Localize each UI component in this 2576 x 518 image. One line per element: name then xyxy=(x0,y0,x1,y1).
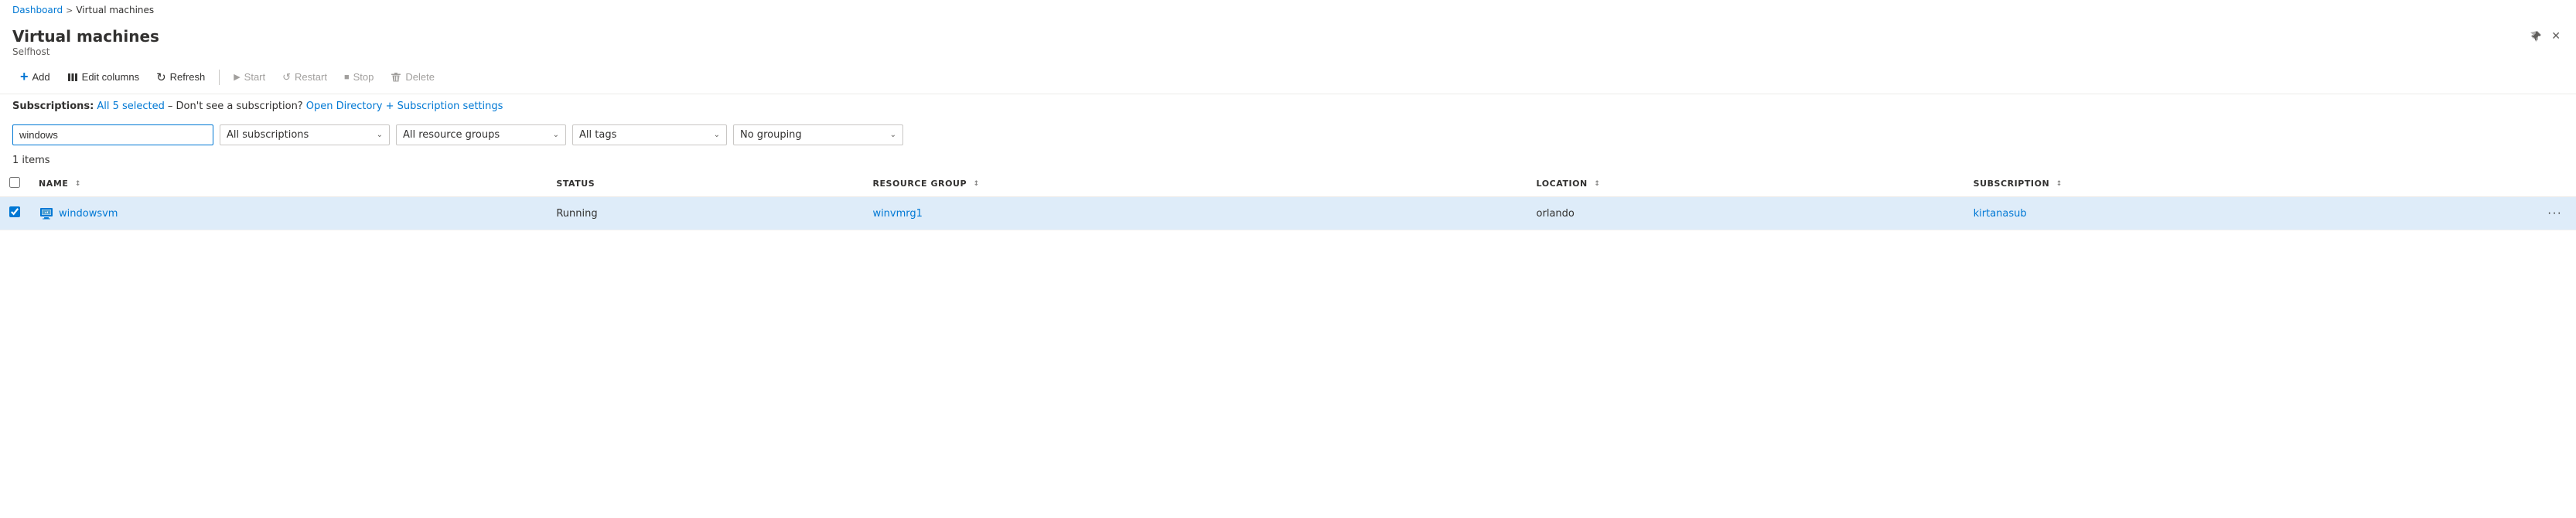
th-name[interactable]: NAME ↕ xyxy=(29,171,547,197)
vm-subscription-link[interactable]: kirtanasub xyxy=(1974,208,2027,220)
header-actions: ✕ xyxy=(2527,26,2564,46)
all-selected-link[interactable]: All 5 selected xyxy=(97,101,165,112)
delete-label: Delete xyxy=(405,71,435,83)
row-resource-group-cell: winvmrg1 xyxy=(863,197,1527,230)
vm-name-link[interactable]: windowsvm xyxy=(59,208,118,220)
th-subscription-sort-icon: ↕ xyxy=(2056,181,2063,188)
refresh-label: Refresh xyxy=(170,71,206,83)
filters-row: All subscriptions ⌄ All resource groups … xyxy=(0,118,2576,152)
row-status-cell: Running xyxy=(547,197,863,230)
refresh-icon: ↻ xyxy=(156,70,166,84)
search-input[interactable] xyxy=(12,124,213,145)
stop-button[interactable]: ■ Stop xyxy=(336,67,381,87)
grouping-dropdown[interactable]: No grouping ⌄ xyxy=(733,124,903,145)
th-rg-sort-icon: ↕ xyxy=(973,181,979,188)
th-resource-group[interactable]: RESOURCE GROUP ↕ xyxy=(863,171,1527,197)
breadcrumb-current: Virtual machines xyxy=(76,5,154,15)
th-status[interactable]: STATUS xyxy=(547,171,863,197)
add-icon: + xyxy=(20,69,29,85)
grouping-chevron-icon: ⌄ xyxy=(890,131,896,139)
page-title-group: Virtual machines Selfhost xyxy=(12,26,159,57)
th-name-sort-icon: ↕ xyxy=(75,181,81,188)
restart-button[interactable]: ↺ Restart xyxy=(275,67,335,87)
table-container: NAME ↕ STATUS RESOURCE GROUP ↕ LOCATION … xyxy=(0,171,2576,518)
breadcrumb: Dashboard > Virtual machines xyxy=(0,0,2576,20)
vm-name-group: windowsvm xyxy=(39,206,537,221)
breadcrumb-separator: > xyxy=(66,5,73,15)
subscriptions-dropdown[interactable]: All subscriptions ⌄ xyxy=(220,124,390,145)
th-actions xyxy=(2533,171,2576,197)
stop-icon: ■ xyxy=(344,73,350,82)
start-icon: ▶ xyxy=(234,72,240,82)
resource-groups-dropdown[interactable]: All resource groups ⌄ xyxy=(396,124,566,145)
pin-icon xyxy=(2530,30,2542,43)
row-location-cell: orlando xyxy=(1527,197,1964,230)
subscriptions-dropdown-label: All subscriptions xyxy=(227,129,309,141)
tags-dropdown-label: All tags xyxy=(579,129,616,141)
subscription-bar: Subscriptions: All 5 selected – Don't se… xyxy=(0,94,2576,118)
resource-groups-dropdown-label: All resource groups xyxy=(403,129,500,141)
vm-icon xyxy=(39,206,54,221)
row-checkbox[interactable] xyxy=(9,206,20,217)
tags-chevron-icon: ⌄ xyxy=(714,131,720,139)
start-label: Start xyxy=(244,71,265,83)
more-icon: ··· xyxy=(2547,206,2562,220)
subscriptions-label: Subscriptions: xyxy=(12,101,94,112)
row-more-button[interactable]: ··· xyxy=(2543,205,2567,222)
delete-button[interactable]: Delete xyxy=(383,67,442,87)
th-location-sort-icon: ↕ xyxy=(1594,181,1600,188)
grouping-dropdown-label: No grouping xyxy=(740,129,802,141)
select-all-checkbox[interactable] xyxy=(9,177,20,188)
results-count: 1 items xyxy=(12,155,50,166)
breadcrumb-dashboard-link[interactable]: Dashboard xyxy=(12,5,63,15)
page-subtitle: Selfhost xyxy=(12,46,159,57)
tags-dropdown[interactable]: All tags ⌄ xyxy=(572,124,727,145)
close-button[interactable]: ✕ xyxy=(2548,26,2564,46)
results-info: 1 items xyxy=(0,152,2576,171)
restart-label: Restart xyxy=(295,71,327,83)
th-name-label: NAME xyxy=(39,179,68,189)
resource-groups-chevron-icon: ⌄ xyxy=(553,131,559,139)
delete-icon xyxy=(391,72,401,83)
th-resource-group-label: RESOURCE GROUP xyxy=(872,179,967,189)
close-icon: ✕ xyxy=(2551,29,2561,43)
open-directory-link[interactable]: Open Directory + Subscription settings xyxy=(306,101,503,112)
add-label: Add xyxy=(32,71,50,83)
page-header: Virtual machines Selfhost ✕ xyxy=(0,20,2576,60)
restart-icon: ↺ xyxy=(282,71,291,83)
table-header: NAME ↕ STATUS RESOURCE GROUP ↕ LOCATION … xyxy=(0,171,2576,197)
toolbar: + Add Edit columns ↻ Refresh ▶ Start ↺ R… xyxy=(0,60,2576,94)
table-body: windowsvm Running winvmrg1 orlando kirta… xyxy=(0,197,2576,230)
row-subscription-cell: kirtanasub xyxy=(1964,197,2533,230)
subscription-middle-text: – Don't see a subscription? xyxy=(168,101,303,112)
pin-button[interactable] xyxy=(2527,27,2545,46)
virtual-machines-table: NAME ↕ STATUS RESOURCE GROUP ↕ LOCATION … xyxy=(0,171,2576,230)
subscriptions-chevron-icon: ⌄ xyxy=(377,131,383,139)
th-subscription-label: SUBSCRIPTION xyxy=(1974,179,2050,189)
select-all-header xyxy=(0,171,29,197)
start-button[interactable]: ▶ Start xyxy=(226,67,273,87)
toolbar-separator xyxy=(219,70,220,85)
page-container: Dashboard > Virtual machines Virtual mac… xyxy=(0,0,2576,518)
edit-columns-icon xyxy=(67,72,78,83)
row-name-cell: windowsvm xyxy=(29,197,547,230)
edit-columns-button[interactable]: Edit columns xyxy=(60,67,147,87)
th-status-label: STATUS xyxy=(556,179,595,189)
stop-label: Stop xyxy=(353,71,374,83)
table-row[interactable]: windowsvm Running winvmrg1 orlando kirta… xyxy=(0,197,2576,230)
th-subscription[interactable]: SUBSCRIPTION ↕ xyxy=(1964,171,2533,197)
page-title: Virtual machines xyxy=(12,26,159,46)
vm-location: orlando xyxy=(1537,208,1575,220)
th-location[interactable]: LOCATION ↕ xyxy=(1527,171,1964,197)
row-more-cell: ··· xyxy=(2533,197,2576,230)
add-button[interactable]: + Add xyxy=(12,65,58,89)
refresh-button[interactable]: ↻ Refresh xyxy=(148,66,213,88)
vm-status: Running xyxy=(556,208,597,220)
th-location-label: LOCATION xyxy=(1537,179,1588,189)
vm-resource-group-link[interactable]: winvmrg1 xyxy=(872,208,922,220)
edit-columns-label: Edit columns xyxy=(82,71,139,83)
row-checkbox-cell xyxy=(0,197,29,230)
